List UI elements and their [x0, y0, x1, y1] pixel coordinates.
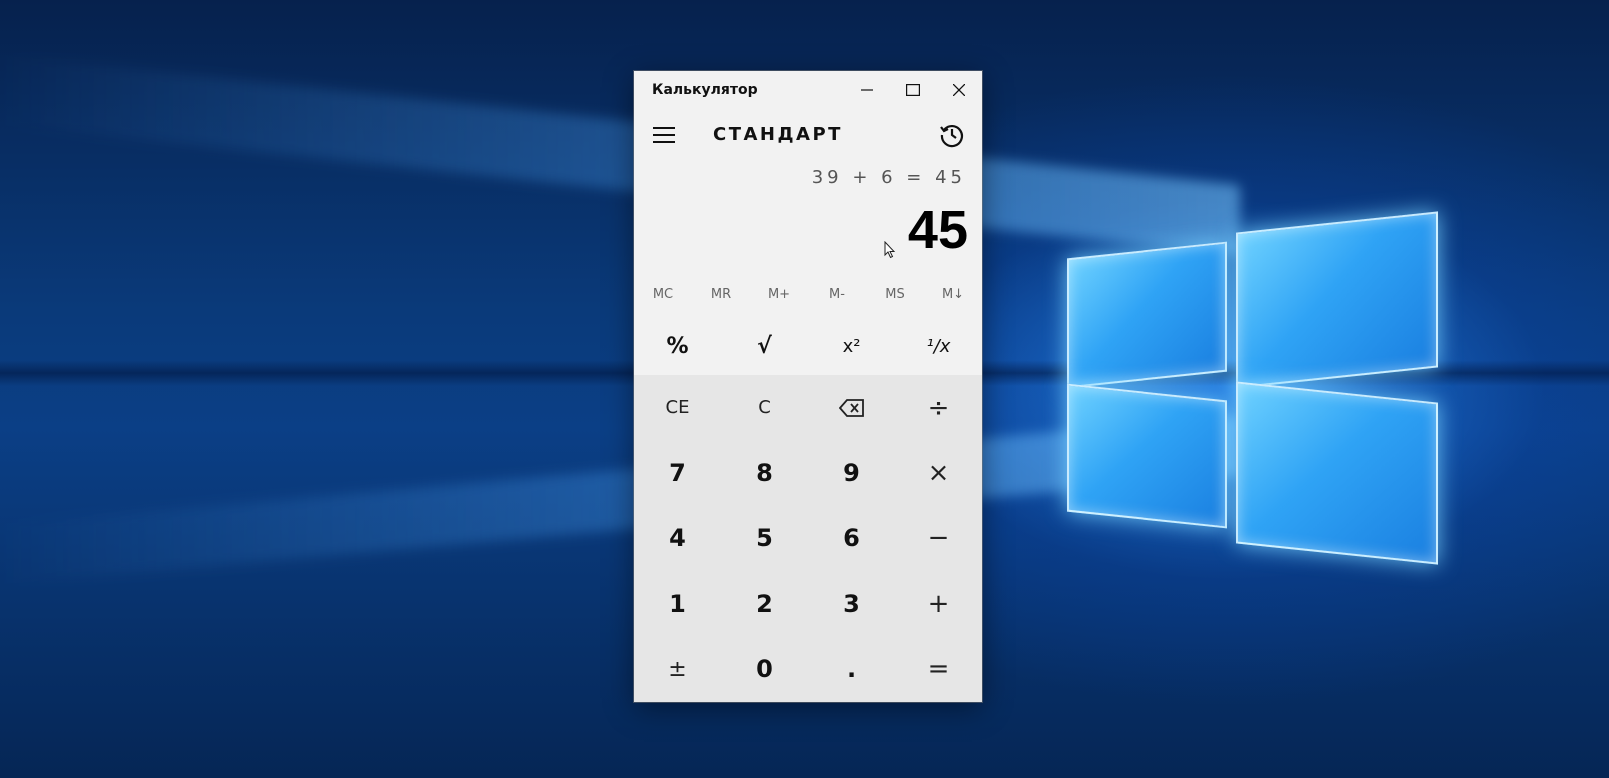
window-title: Калькулятор: [652, 82, 758, 98]
clear-button[interactable]: C: [721, 375, 808, 440]
app-header: СТАНДАРТ: [634, 109, 982, 159]
minimize-icon: [861, 89, 873, 91]
history-button[interactable]: [932, 115, 972, 155]
title-bar[interactable]: Калькулятор: [634, 71, 982, 109]
windows-logo-pane-bottom-left: [1067, 383, 1227, 529]
memory-store-button[interactable]: MS: [866, 271, 924, 317]
close-icon: [953, 84, 965, 96]
digit-0-button[interactable]: 0: [721, 637, 808, 702]
navigation-menu-button[interactable]: [644, 115, 684, 155]
maximize-button[interactable]: [890, 71, 936, 109]
clear-entry-button[interactable]: CE: [634, 375, 721, 440]
mouse-cursor-icon: [884, 241, 896, 259]
expression-display: 39 + 6 = 45: [811, 167, 966, 188]
minimize-button[interactable]: [844, 71, 890, 109]
function-row: % √ x² ¹/x: [634, 317, 982, 375]
square-button[interactable]: x²: [808, 317, 895, 375]
memory-bar: MC MR M+ M- MS M↓: [634, 271, 982, 317]
backspace-icon: [838, 398, 864, 417]
decimal-button[interactable]: .: [808, 637, 895, 702]
divide-button[interactable]: ÷: [895, 375, 982, 440]
digit-9-button[interactable]: 9: [808, 440, 895, 505]
backspace-button[interactable]: [808, 375, 895, 440]
windows-logo-pane-bottom-right: [1236, 381, 1438, 565]
digit-1-button[interactable]: 1: [634, 571, 721, 636]
calculator-window: Калькулятор СТАНДАРТ 3 9 + 6 = 45 45 MC M…: [634, 71, 982, 702]
mode-title: СТАНДАРТ: [713, 124, 843, 145]
multiply-button[interactable]: ×: [895, 440, 982, 505]
memory-subtract-button[interactable]: M-: [808, 271, 866, 317]
negate-button[interactable]: ±: [634, 637, 721, 702]
light-beam: [0, 415, 1240, 585]
memory-clear-button[interactable]: MC: [634, 271, 692, 317]
light-beam: [0, 54, 1240, 256]
digit-5-button[interactable]: 5: [721, 506, 808, 571]
keypad: CE C ÷ 7 8 9 × 4 5 6 − 1 2 3 + ± 0 . =: [634, 375, 982, 702]
minus-button[interactable]: −: [895, 506, 982, 571]
hamburger-menu-icon: [653, 127, 675, 143]
maximize-icon: [906, 84, 920, 96]
reciprocal-button[interactable]: ¹/x: [895, 317, 982, 375]
digit-3-button[interactable]: 3: [808, 571, 895, 636]
digit-2-button[interactable]: 2: [721, 571, 808, 636]
digit-7-button[interactable]: 7: [634, 440, 721, 505]
square-root-button[interactable]: √: [721, 317, 808, 375]
percent-button[interactable]: %: [634, 317, 721, 375]
digit-6-button[interactable]: 6: [808, 506, 895, 571]
memory-list-button[interactable]: M↓: [924, 271, 982, 317]
history-icon: [940, 125, 963, 148]
memory-recall-button[interactable]: MR: [692, 271, 750, 317]
windows-logo-pane-top-right: [1236, 211, 1438, 389]
memory-add-button[interactable]: M+: [750, 271, 808, 317]
result-display: 45: [907, 200, 968, 260]
equals-button[interactable]: =: [895, 637, 982, 702]
digit-8-button[interactable]: 8: [721, 440, 808, 505]
windows-logo-pane-top-left: [1067, 241, 1227, 389]
close-button[interactable]: [936, 71, 982, 109]
digit-4-button[interactable]: 4: [634, 506, 721, 571]
plus-button[interactable]: +: [895, 571, 982, 636]
